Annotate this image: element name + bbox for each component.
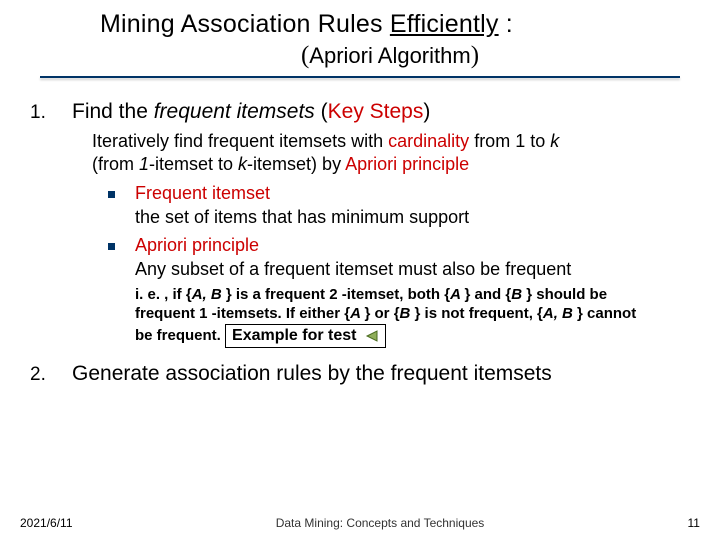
- step-1-number: 1.: [30, 102, 72, 124]
- ie-mid4: } or {: [365, 305, 400, 322]
- step-2: 2. Generate association rules by the fre…: [30, 362, 690, 386]
- example-for-test-button[interactable]: Example for test: [225, 324, 386, 348]
- para-red1: cardinality: [388, 131, 474, 151]
- bullet-2-body: Any subset of a frequent itemset must al…: [135, 258, 690, 281]
- ie-mid5: } is not frequent, {: [415, 305, 543, 322]
- para-mid1: from 1 to: [474, 131, 550, 151]
- ie-mid2: } and {: [465, 286, 512, 303]
- step-1-head-close: ): [423, 100, 430, 123]
- footer-date: 2021/6/11: [20, 516, 73, 530]
- step-1-head-pre: Find the: [72, 100, 154, 123]
- bullet-1-heading: Frequent itemset: [135, 183, 270, 204]
- ie-pre: i. e. , if {: [135, 286, 192, 303]
- para2-ital1: 1: [139, 154, 149, 174]
- step-1-description: Iteratively find frequent itemsets with …: [92, 130, 690, 175]
- ie-b2: B: [400, 305, 415, 322]
- step-1: 1. Find the frequent itemsets (Key Steps…: [30, 100, 690, 124]
- para2-red: Apriori principle: [345, 154, 469, 174]
- bullet-2-heading: Apriori principle: [135, 235, 259, 256]
- step-1-head-red: Key Steps: [328, 100, 424, 123]
- title-post: :: [499, 10, 513, 38]
- step-2-number: 2.: [30, 364, 72, 386]
- square-bullet-icon: [108, 191, 115, 198]
- title-line-2: (Apriori Algorithm): [100, 41, 680, 70]
- square-bullet-icon: [108, 243, 115, 250]
- title-subtitle: Apriori Algorithm: [309, 43, 470, 68]
- para-k: k: [550, 131, 559, 151]
- ie-explanation: i. e. , if {A, B } is a frequent 2 -item…: [135, 286, 650, 348]
- close-paren: ): [471, 42, 479, 69]
- para2-mid1: -itemset to: [149, 154, 238, 174]
- ie-mid1: } is a frequent 2 -itemset, both {: [226, 286, 450, 303]
- step-1-head-italic: frequent itemsets: [154, 100, 315, 123]
- play-left-icon: [365, 326, 379, 346]
- para2-ital2: k: [238, 154, 247, 174]
- bullet-apriori-principle: Apriori principle: [108, 235, 690, 256]
- para2-pre: (from: [92, 154, 139, 174]
- ie-a: A: [450, 286, 464, 303]
- bullet-1-body: the set of items that has minimum suppor…: [135, 206, 690, 229]
- para-pre: Iteratively find frequent itemsets with: [92, 131, 388, 151]
- ie-ab2: A, B: [543, 305, 577, 322]
- title-pre: Mining Association Rules: [100, 10, 390, 38]
- slide-body: 1. Find the frequent itemsets (Key Steps…: [0, 78, 720, 386]
- bullet-frequent-itemset: Frequent itemset: [108, 183, 690, 204]
- step-1-head-paren: (: [315, 100, 328, 123]
- slide-title: Mining Association Rules Efficiently : (…: [0, 0, 720, 70]
- ie-b: B: [511, 286, 526, 303]
- ie-a2: A: [350, 305, 364, 322]
- step-2-text: Generate association rules by the freque…: [72, 362, 552, 386]
- ie-ab: A, B: [192, 286, 226, 303]
- title-line-1: Mining Association Rules Efficiently :: [100, 10, 680, 39]
- slide-footer: 2021/6/11 Data Mining: Concepts and Tech…: [0, 516, 720, 530]
- step-1-heading: Find the frequent itemsets (Key Steps): [72, 100, 430, 124]
- example-label: Example for test: [232, 327, 356, 344]
- para2-mid2: -itemset) by: [247, 154, 345, 174]
- title-underlined-word: Efficiently: [390, 10, 499, 38]
- footer-center: Data Mining: Concepts and Techniques: [276, 516, 485, 530]
- page-number: 11: [688, 516, 700, 530]
